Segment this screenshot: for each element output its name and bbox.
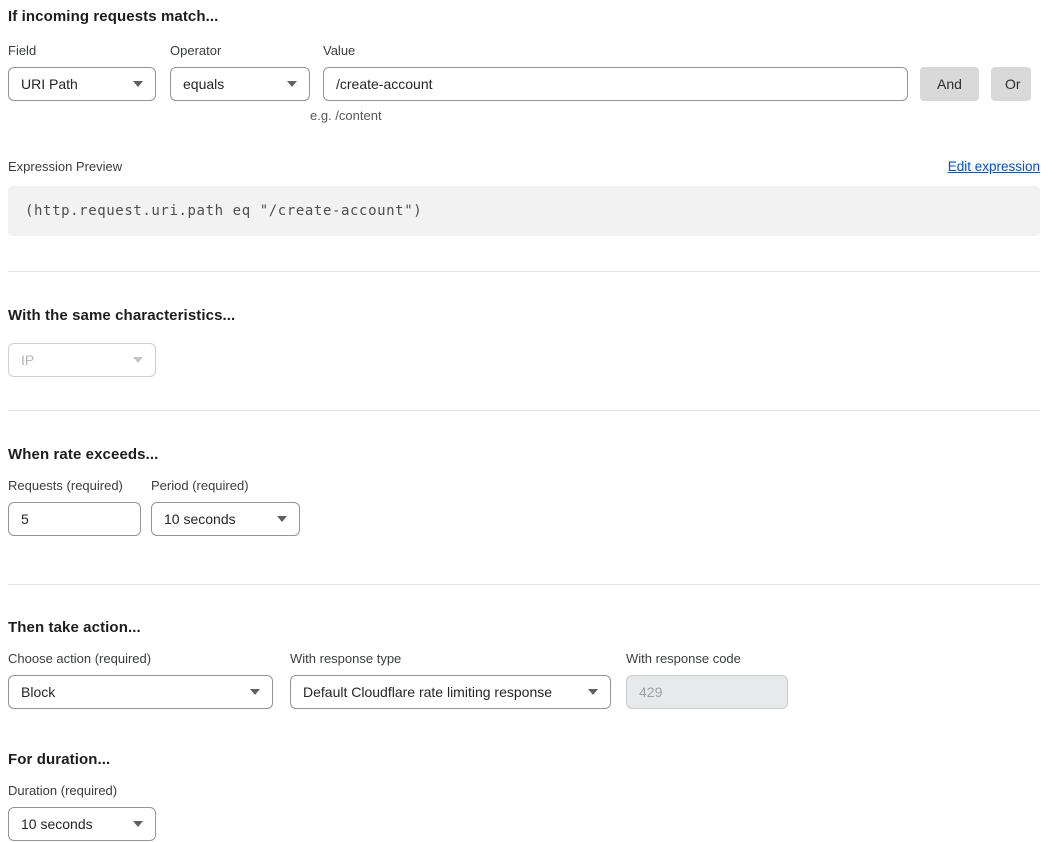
or-button[interactable]: Or xyxy=(991,67,1031,101)
operator-select[interactable]: equals xyxy=(170,67,310,101)
section-divider xyxy=(8,271,1040,272)
section-incoming-requests: If incoming requests match... Field Oper… xyxy=(8,8,1040,236)
operator-select-value: equals xyxy=(183,76,224,92)
section-rate: When rate exceeds... Requests (required)… xyxy=(8,446,1040,536)
response-type-label: With response type xyxy=(290,651,626,666)
requests-input[interactable] xyxy=(8,502,141,536)
value-hint: e.g. /content xyxy=(310,108,908,123)
expression-preview-header: Expression Preview Edit expression xyxy=(8,159,1040,174)
period-select-value: 10 seconds xyxy=(164,511,236,527)
expression-preview-code: (http.request.uri.path eq "/create-accou… xyxy=(8,186,1040,236)
duration-label: Duration (required) xyxy=(8,783,1040,798)
match-inputs-row: URI Path equals e.g. /content And Or xyxy=(8,67,1040,123)
expression-preview-label: Expression Preview xyxy=(8,159,122,174)
rate-labels-row: Requests (required) Period (required) xyxy=(8,478,1040,493)
chevron-down-icon xyxy=(133,81,143,87)
section-duration: For duration... Duration (required) 10 s… xyxy=(8,751,1040,841)
requests-label: Requests (required) xyxy=(8,478,151,493)
field-label: Field xyxy=(8,43,170,58)
response-type-select[interactable]: Default Cloudflare rate limiting respons… xyxy=(290,675,611,709)
edit-expression-link[interactable]: Edit expression xyxy=(948,159,1040,174)
value-field-wrap: e.g. /content xyxy=(310,67,908,123)
value-input[interactable] xyxy=(323,67,908,101)
field-select[interactable]: URI Path xyxy=(8,67,156,101)
section-title-action: Then take action... xyxy=(8,619,1040,636)
rate-inputs-row: 10 seconds xyxy=(8,502,1040,536)
chevron-down-icon xyxy=(588,689,598,695)
characteristic-select: IP xyxy=(8,343,156,377)
section-title-incoming-requests: If incoming requests match... xyxy=(8,8,1040,25)
section-divider xyxy=(8,584,1040,585)
rate-limiting-rule-form: If incoming requests match... Field Oper… xyxy=(0,0,1048,842)
chevron-down-icon xyxy=(133,357,143,363)
characteristic-select-value: IP xyxy=(21,352,34,368)
section-characteristics: With the same characteristics... IP xyxy=(8,307,1040,377)
response-type-select-value: Default Cloudflare rate limiting respons… xyxy=(303,684,552,700)
response-code-input xyxy=(626,675,788,709)
choose-action-select-value: Block xyxy=(21,684,55,700)
action-labels-row: Choose action (required) With response t… xyxy=(8,651,1040,666)
duration-select-value: 10 seconds xyxy=(21,816,93,832)
section-divider xyxy=(8,410,1040,411)
response-code-label: With response code xyxy=(626,651,741,666)
section-title-rate: When rate exceeds... xyxy=(8,446,1040,463)
period-label: Period (required) xyxy=(151,478,249,493)
chevron-down-icon xyxy=(133,821,143,827)
match-labels-row: Field Operator Value xyxy=(8,43,1040,58)
section-title-duration: For duration... xyxy=(8,751,1040,768)
section-action: Then take action... Choose action (requi… xyxy=(8,619,1040,709)
operator-label: Operator xyxy=(170,43,323,58)
period-select[interactable]: 10 seconds xyxy=(151,502,300,536)
value-label: Value xyxy=(323,43,355,58)
field-select-value: URI Path xyxy=(21,76,78,92)
action-inputs-row: Block Default Cloudflare rate limiting r… xyxy=(8,675,1040,709)
duration-select[interactable]: 10 seconds xyxy=(8,807,156,841)
choose-action-label: Choose action (required) xyxy=(8,651,290,666)
chevron-down-icon xyxy=(287,81,297,87)
chevron-down-icon xyxy=(250,689,260,695)
chevron-down-icon xyxy=(277,516,287,522)
section-title-characteristics: With the same characteristics... xyxy=(8,307,1040,324)
choose-action-select[interactable]: Block xyxy=(8,675,273,709)
and-button[interactable]: And xyxy=(920,67,979,101)
